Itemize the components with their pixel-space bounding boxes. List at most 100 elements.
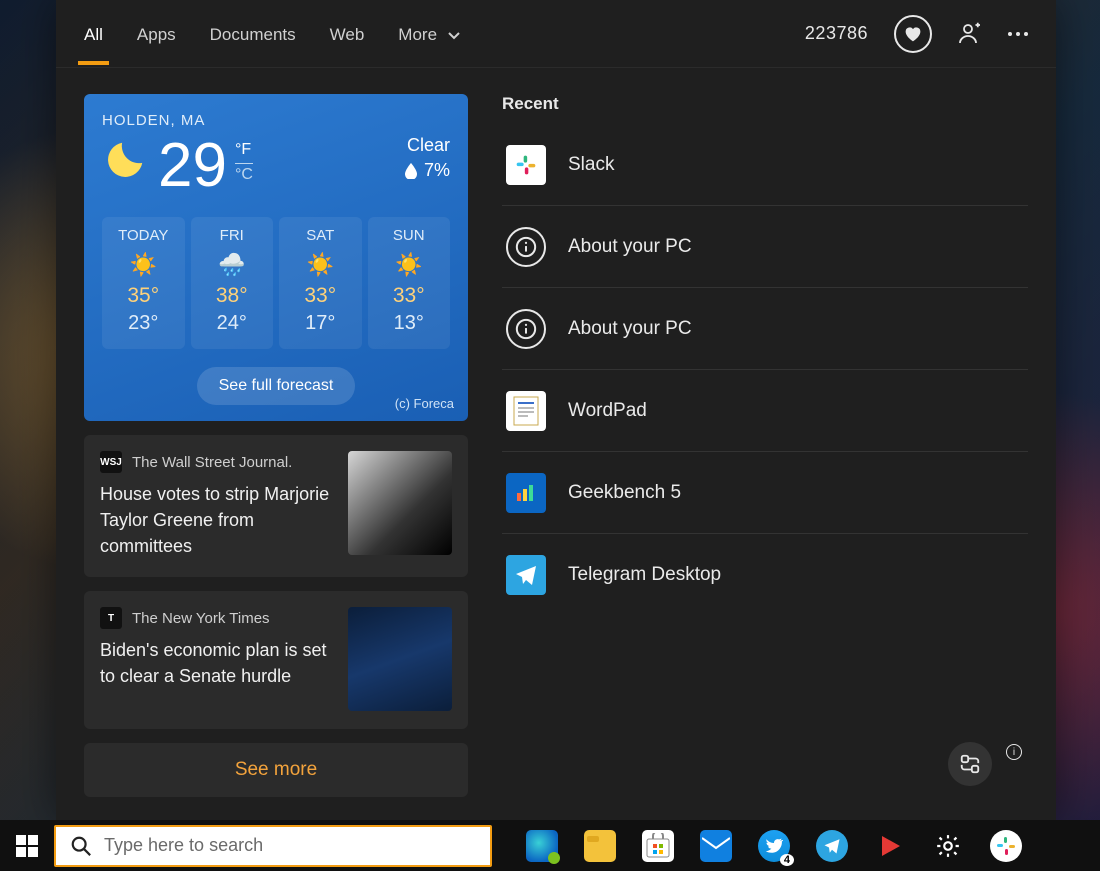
tab-documents[interactable]: Documents [210, 3, 296, 65]
news-source: The New York Times [132, 610, 270, 627]
info-icon [506, 309, 546, 349]
recent-item-about-pc-2[interactable]: About your PC [502, 288, 1028, 370]
forecast-low: 24° [195, 312, 270, 335]
forecast-day-name: SAT [283, 227, 358, 244]
start-button[interactable] [0, 820, 54, 871]
tab-web[interactable]: Web [330, 3, 365, 65]
wordpad-icon [506, 391, 546, 431]
geekbench-icon [506, 473, 546, 513]
nyt-source-icon: T [100, 607, 122, 629]
forecast-day-sun[interactable]: SUN ☀️ 33° 13° [368, 217, 451, 349]
droplet-icon [404, 163, 418, 179]
recent-item-geekbench[interactable]: Geekbench 5 [502, 452, 1028, 534]
forecast-high: 35° [106, 284, 181, 308]
forecast-low: 23° [106, 312, 181, 335]
taskbar-mail-icon[interactable] [700, 830, 732, 862]
account-icon[interactable] [958, 22, 982, 46]
news-card-wsj[interactable]: WSJ The Wall Street Journal. House votes… [84, 435, 468, 577]
notification-badge: 4 [780, 854, 794, 866]
taskbar-twitter-icon[interactable]: 4 [758, 830, 790, 862]
taskbar: 4 [0, 820, 1100, 871]
more-options-icon[interactable] [1008, 32, 1028, 36]
info-icon [506, 227, 546, 267]
taskbar-file-explorer-icon[interactable] [584, 830, 616, 862]
weather-condition-text: Clear [404, 135, 450, 156]
rewards-badge-icon[interactable] [894, 15, 932, 53]
weather-credit: (c) Foreca [395, 396, 454, 411]
unit-f[interactable]: °F [235, 141, 253, 159]
taskbar-search[interactable] [54, 825, 492, 867]
left-column: HOLDEN, MA 29 °F °C Clear [84, 94, 468, 800]
forecast-day-sat[interactable]: SAT ☀️ 33° 17° [279, 217, 362, 349]
taskbar-media-icon[interactable] [874, 830, 906, 862]
search-panel: All Apps Documents Web More 223786 [56, 0, 1056, 820]
taskbar-apps: 4 [526, 830, 1022, 862]
recent-item-about-pc[interactable]: About your PC [502, 206, 1028, 288]
wsj-source-icon: WSJ [100, 451, 122, 473]
tab-apps[interactable]: Apps [137, 3, 176, 65]
screenshot-button[interactable] [948, 742, 992, 786]
rewards-points[interactable]: 223786 [805, 23, 868, 44]
weather-current-row: 29 °F °C Clear 7% [102, 135, 450, 197]
unit-c[interactable]: °C [235, 163, 253, 184]
recent-item-telegram[interactable]: Telegram Desktop [502, 534, 1028, 616]
tab-all[interactable]: All [84, 3, 103, 65]
slack-icon [506, 145, 546, 185]
forecast-low: 17° [283, 312, 358, 335]
see-full-forecast-button[interactable]: See full forecast [197, 367, 356, 405]
news-source: The Wall Street Journal. [132, 454, 292, 471]
forecast-row: TODAY ☀️ 35° 23° FRI 🌧️ 38° 24° SAT ☀️ [102, 217, 450, 349]
forecast-day-today[interactable]: TODAY ☀️ 35° 23° [102, 217, 185, 349]
forecast-day-name: SUN [372, 227, 447, 244]
forecast-low: 13° [372, 312, 447, 335]
taskbar-edge-icon[interactable] [526, 830, 558, 862]
recent-label: Slack [568, 154, 614, 176]
weather-location: HOLDEN, MA [102, 112, 450, 129]
recent-heading: Recent [502, 94, 1028, 114]
news-thumbnail [348, 607, 452, 711]
tab-more[interactable]: More [398, 3, 459, 65]
taskbar-settings-icon[interactable] [932, 830, 964, 862]
forecast-high: 38° [195, 284, 270, 308]
weather-card[interactable]: HOLDEN, MA 29 °F °C Clear [84, 94, 468, 421]
taskbar-store-icon[interactable] [642, 830, 674, 862]
sun-icon: ☀️ [372, 252, 447, 278]
panel-body: HOLDEN, MA 29 °F °C Clear [56, 68, 1056, 820]
sun-icon: ☀️ [106, 252, 181, 278]
news-title: Biden's economic plan is set to clear a … [100, 637, 334, 689]
forecast-day-fri[interactable]: FRI 🌧️ 38° 24° [191, 217, 274, 349]
right-column: Recent Slack About your PC [502, 94, 1028, 800]
windows-logo-icon [16, 835, 38, 857]
see-more-button[interactable]: See more [84, 743, 468, 797]
weather-current-temp: 29 [158, 135, 227, 197]
moon-icon [102, 137, 148, 183]
search-icon [70, 835, 92, 857]
sun-icon: ☀️ [283, 252, 358, 278]
forecast-high: 33° [372, 284, 447, 308]
recent-label: WordPad [568, 400, 647, 422]
rain-icon: 🌧️ [195, 252, 270, 278]
recent-label: About your PC [568, 236, 692, 258]
forecast-day-name: FRI [195, 227, 270, 244]
header-right: 223786 [805, 15, 1028, 53]
forecast-high: 33° [283, 284, 358, 308]
chevron-down-icon [448, 32, 460, 40]
news-title: House votes to strip Marjorie Taylor Gre… [100, 481, 334, 559]
panel-float-buttons: i [948, 742, 1022, 786]
taskbar-slack-icon[interactable] [990, 830, 1022, 862]
tab-more-label: More [398, 25, 437, 44]
recent-item-slack[interactable]: Slack [502, 124, 1028, 206]
news-thumbnail [348, 451, 452, 555]
search-input[interactable] [104, 835, 482, 856]
recent-item-wordpad[interactable]: WordPad [502, 370, 1028, 452]
weather-humidity: 7% [424, 160, 450, 181]
scope-tabs: All Apps Documents Web More [84, 3, 460, 65]
recent-label: About your PC [568, 318, 692, 340]
taskbar-telegram-icon[interactable] [816, 830, 848, 862]
telegram-icon [506, 555, 546, 595]
tabs-row: All Apps Documents Web More 223786 [56, 0, 1056, 68]
weather-units[interactable]: °F °C [235, 141, 253, 184]
news-card-nyt[interactable]: T The New York Times Biden's economic pl… [84, 591, 468, 729]
info-icon[interactable]: i [1006, 744, 1022, 760]
weather-condition: Clear 7% [404, 135, 450, 181]
